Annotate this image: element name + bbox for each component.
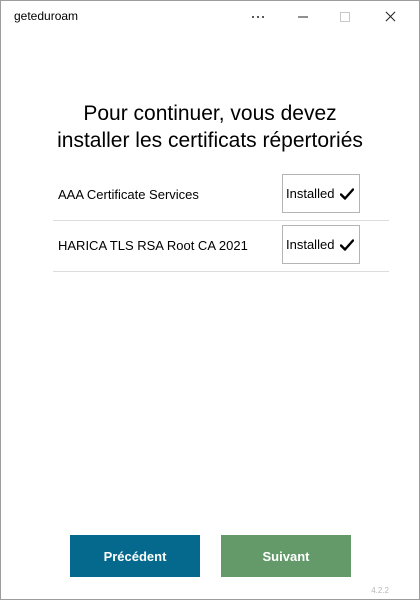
- heading-line-2: installer les certificats répertoriés: [57, 129, 363, 152]
- minimize-button[interactable]: [282, 1, 324, 32]
- more-options-icon: [252, 15, 264, 18]
- certificate-name: AAA Certificate Services: [58, 187, 199, 202]
- heading-line-1: Pour continuer, vous devez: [83, 102, 337, 125]
- certificate-status-label: Installed: [286, 237, 335, 252]
- certificate-row-1: AAA Certificate Services Installed: [53, 170, 389, 221]
- maximize-button[interactable]: [324, 1, 366, 32]
- minimize-icon: [298, 16, 308, 17]
- certificate-name: HARICA TLS RSA Root CA 2021: [58, 238, 248, 253]
- certificate-status-box: Installed: [282, 174, 360, 213]
- checkmark-icon: [340, 238, 355, 251]
- close-icon: [385, 11, 396, 22]
- app-title: geteduroam: [14, 9, 79, 23]
- version-label: 4.2.2: [371, 586, 389, 595]
- certificate-row-2: HARICA TLS RSA Root CA 2021 Installed: [53, 221, 389, 272]
- checkmark-icon: [340, 187, 355, 200]
- more-options-button[interactable]: [237, 1, 279, 32]
- previous-button[interactable]: Précédent: [70, 535, 200, 577]
- app-window: geteduroam Pour continuer, vous devez in…: [0, 0, 420, 600]
- certificate-list: AAA Certificate Services Installed HARIC…: [53, 170, 389, 272]
- title-bar[interactable]: geteduroam: [1, 1, 419, 32]
- certificate-status-label: Installed: [286, 186, 335, 201]
- maximize-icon: [340, 11, 350, 22]
- page-heading: Pour continuer, vous devez installer les…: [1, 100, 419, 154]
- close-button[interactable]: [369, 1, 411, 32]
- certificate-status-box: Installed: [282, 225, 360, 264]
- next-button[interactable]: Suivant: [221, 535, 351, 577]
